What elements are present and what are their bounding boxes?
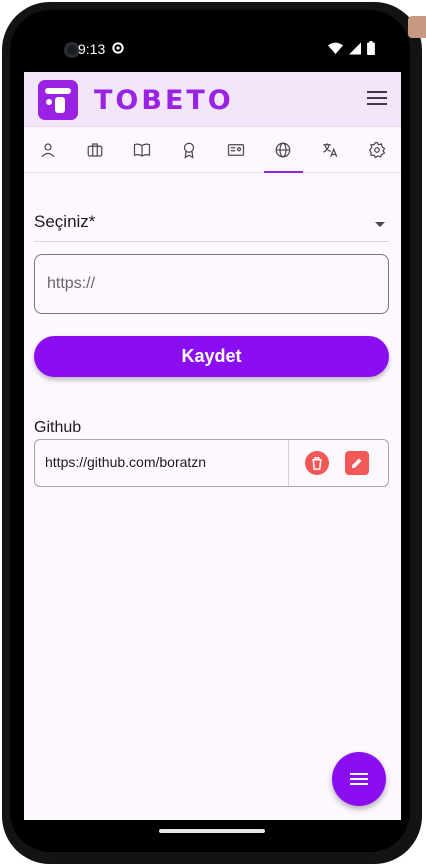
award-icon [183,142,195,159]
save-button[interactable]: Kaydet [34,336,389,377]
tab-social-media[interactable] [260,128,307,173]
tab-certificates[interactable] [213,128,260,172]
globe-icon [275,142,291,158]
battery-icon [367,41,375,55]
translate-icon [323,143,338,157]
delete-button[interactable] [305,451,329,475]
status-bar: 9:13 [24,28,401,72]
tab-education[interactable] [118,128,165,172]
social-link-row: https://github.com/boratzn [34,439,389,487]
chevron-down-icon [375,222,385,227]
social-link-url: https://github.com/boratzn [35,440,289,486]
tab-personal[interactable] [24,128,71,172]
edit-button[interactable] [345,451,369,475]
person-icon [41,143,55,158]
settings-status-icon [112,42,124,54]
hamburger-icon [367,91,387,105]
url-input[interactable] [34,254,389,314]
tab-languages[interactable] [307,128,354,172]
platform-select[interactable]: Seçiniz* [34,212,389,242]
hamburger-icon [350,773,368,785]
tab-experience[interactable] [71,128,118,172]
settings-icon [369,141,386,159]
avatar [408,16,426,38]
fab-menu-button[interactable] [332,752,386,806]
tab-settings[interactable] [354,128,401,172]
app-bar: TOBETO [24,72,401,127]
signal-icon [349,42,361,54]
status-time: 9:13 [78,41,106,57]
book-icon [133,143,150,157]
briefcase-icon [87,143,103,157]
logo-text: TOBETO [94,85,234,116]
platform-select-value: Seçiniz* [34,212,96,231]
wifi-icon [328,42,343,54]
tobeto-logo-icon [38,80,78,120]
home-indicator[interactable] [159,829,265,833]
certificate-icon [227,144,245,156]
menu-button[interactable] [367,90,387,111]
profile-tabs [24,128,401,173]
social-link-platform: Github [34,419,82,436]
pencil-icon [352,458,362,468]
app-screen: TOBETO Seçiniz* https:// Kaydet Github h… [24,72,401,820]
tab-skills[interactable] [165,128,212,172]
trash-icon [312,456,322,470]
